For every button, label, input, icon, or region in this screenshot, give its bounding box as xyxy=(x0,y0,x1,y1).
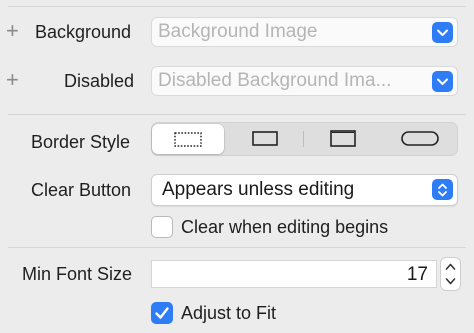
line-border-icon xyxy=(252,131,278,146)
top-separator xyxy=(8,6,466,7)
disabled-label: Disabled xyxy=(64,71,135,91)
background-image-combobox[interactable]: Background Image xyxy=(151,17,458,47)
clear-button-label: Clear Button xyxy=(31,180,132,200)
stepper-arrows-icon xyxy=(445,263,456,285)
min-font-size-stepper[interactable] xyxy=(440,257,461,291)
clear-when-editing-checkbox[interactable] xyxy=(151,216,173,238)
border-style-line-segment[interactable] xyxy=(228,123,304,155)
dotted-border-icon xyxy=(174,132,202,147)
checkmark-icon xyxy=(155,307,169,319)
min-font-size-value: 17 xyxy=(406,264,428,285)
add-variation-plus-icon[interactable]: + xyxy=(6,20,19,42)
border-style-bezel-segment[interactable] xyxy=(305,123,381,155)
rounded-border-icon xyxy=(401,131,439,146)
border-style-none-segment[interactable] xyxy=(152,124,224,154)
border-style-rounded-segment[interactable] xyxy=(381,123,457,155)
section-separator xyxy=(8,114,466,115)
disabled-background-image-combobox[interactable]: Disabled Background Ima... xyxy=(151,66,458,96)
min-font-size-field[interactable]: 17 xyxy=(151,260,437,288)
add-variation-plus-icon[interactable]: + xyxy=(6,69,19,91)
adjust-to-fit-checkbox[interactable] xyxy=(151,302,173,324)
background-label: Background xyxy=(35,22,132,42)
chevron-down-icon[interactable] xyxy=(432,22,453,43)
adjust-to-fit-label: Adjust to Fit xyxy=(181,303,277,323)
disabled-background-image-placeholder: Disabled Background Ima... xyxy=(158,70,392,91)
background-image-placeholder: Background Image xyxy=(158,21,318,42)
section-separator xyxy=(8,247,466,248)
clear-button-popup[interactable]: Appears unless editing xyxy=(151,174,458,206)
chevron-down-icon[interactable] xyxy=(432,71,453,92)
clear-when-editing-label: Clear when editing begins xyxy=(181,217,389,237)
border-style-segmented-control[interactable] xyxy=(151,122,458,156)
clear-button-value: Appears unless editing xyxy=(162,179,355,200)
min-font-size-label: Min Font Size xyxy=(22,264,133,284)
up-down-chevron-icon[interactable] xyxy=(432,179,453,200)
border-style-label: Border Style xyxy=(31,132,131,152)
bezel-border-icon xyxy=(330,130,356,147)
